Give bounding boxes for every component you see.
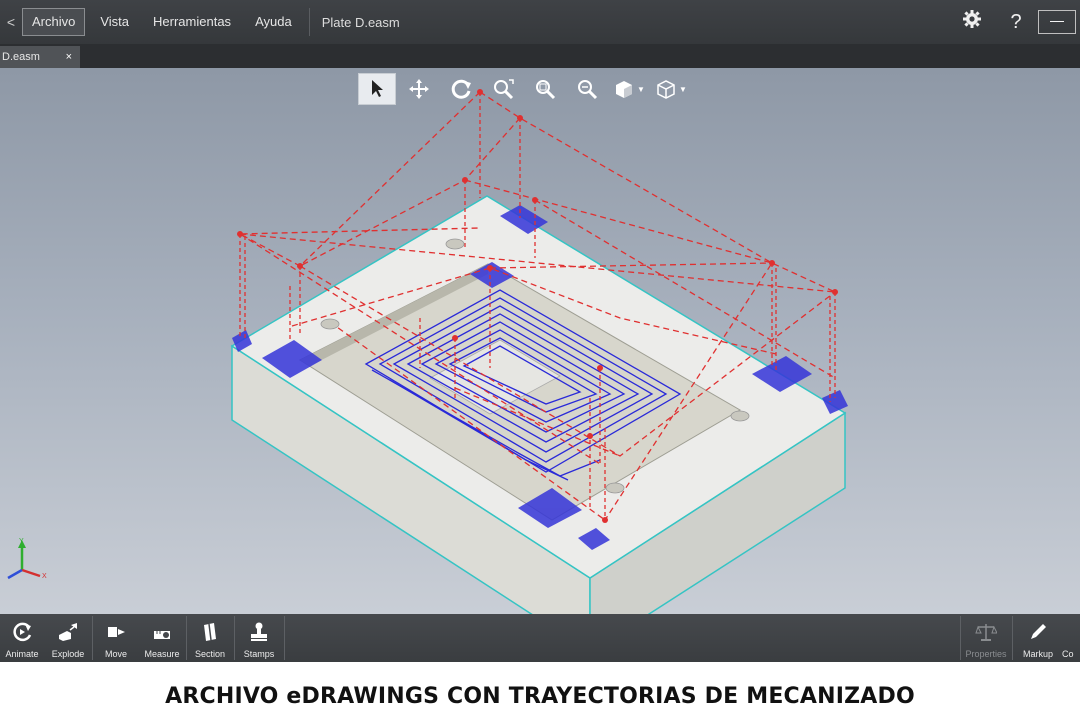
view-toolbar: ▼ ▼ <box>358 72 694 106</box>
animate-icon <box>0 619 44 645</box>
move-button[interactable]: Move <box>94 614 138 662</box>
tab-close-icon[interactable]: × <box>66 46 72 68</box>
section-icon <box>188 619 232 645</box>
view-orientation-dropdown-icon[interactable]: ▼ <box>679 85 687 94</box>
menu-bar: < Archivo Vista Herramientas Ayuda Plate… <box>0 0 1080 44</box>
comments-label: Co <box>1062 649 1074 659</box>
minimize-button[interactable]: — <box>1038 10 1076 34</box>
stamps-icon <box>237 619 281 645</box>
stamps-label: Stamps <box>243 649 275 659</box>
axis-triad: Y X <box>7 538 47 580</box>
explode-button[interactable]: Explode <box>46 614 90 662</box>
part-model-with-toolpaths <box>230 89 848 614</box>
display-style-icon[interactable]: ▼ <box>610 73 648 105</box>
bottom-toolbar: Animate Explode Move Measure Section Sta… <box>0 614 1080 662</box>
select-icon[interactable] <box>358 73 396 105</box>
view-orientation-icon[interactable]: ▼ <box>652 73 690 105</box>
markup-button[interactable]: Markup <box>1016 614 1060 662</box>
rotate-icon[interactable] <box>442 73 480 105</box>
properties-icon <box>964 619 1008 645</box>
document-title: Plate D.easm <box>321 14 400 30</box>
zoom-to-area-icon[interactable] <box>526 73 564 105</box>
document-tab[interactable]: D.easm × <box>0 46 80 68</box>
menu-ayuda[interactable]: Ayuda <box>246 9 301 35</box>
measure-button[interactable]: Measure <box>140 614 184 662</box>
toolbar-divider <box>284 616 285 660</box>
explode-icon <box>46 619 90 645</box>
measure-icon <box>140 619 184 645</box>
x-axis-arrow <box>21 568 41 578</box>
section-label: Section <box>194 649 226 659</box>
help-icon[interactable]: ? <box>994 11 1038 34</box>
animate-button[interactable]: Animate <box>0 614 44 662</box>
settings-gear-icon[interactable] <box>950 9 994 35</box>
document-tab-bar: D.easm × <box>0 44 1080 68</box>
z-axis-arrow <box>7 568 23 580</box>
move-icon <box>94 619 138 645</box>
display-style-dropdown-icon[interactable]: ▼ <box>637 85 645 94</box>
markup-pencil-icon <box>1016 619 1060 645</box>
markup-label: Markup <box>1022 649 1053 659</box>
comments-button[interactable]: Co <box>1062 614 1080 662</box>
y-axis-label: Y <box>19 538 24 545</box>
zoom-to-fit-icon[interactable] <box>484 73 522 105</box>
menu-archivo[interactable]: Archivo <box>22 8 86 36</box>
figure-caption: ARCHIVO eDRAWINGS CON TRAYECTORIAS DE ME… <box>165 684 915 709</box>
zoom-in-out-icon[interactable] <box>568 73 606 105</box>
menu-vista[interactable]: Vista <box>91 9 138 35</box>
x-axis-label: X <box>42 573 47 580</box>
document-tab-label: D.easm <box>2 51 40 63</box>
back-icon[interactable]: < <box>0 14 22 30</box>
edrawings-window: < Archivo Vista Herramientas Ayuda Plate… <box>0 0 1080 662</box>
menu-herramientas[interactable]: Herramientas <box>144 9 240 35</box>
properties-button[interactable]: Properties <box>964 614 1008 662</box>
menu-divider <box>308 8 310 36</box>
section-button[interactable]: Section <box>188 614 232 662</box>
3d-viewport[interactable]: ▼ ▼ Y X <box>0 68 1080 614</box>
pan-icon[interactable] <box>400 73 438 105</box>
properties-label: Properties <box>965 649 1007 659</box>
stamps-button[interactable]: Stamps <box>237 614 281 662</box>
